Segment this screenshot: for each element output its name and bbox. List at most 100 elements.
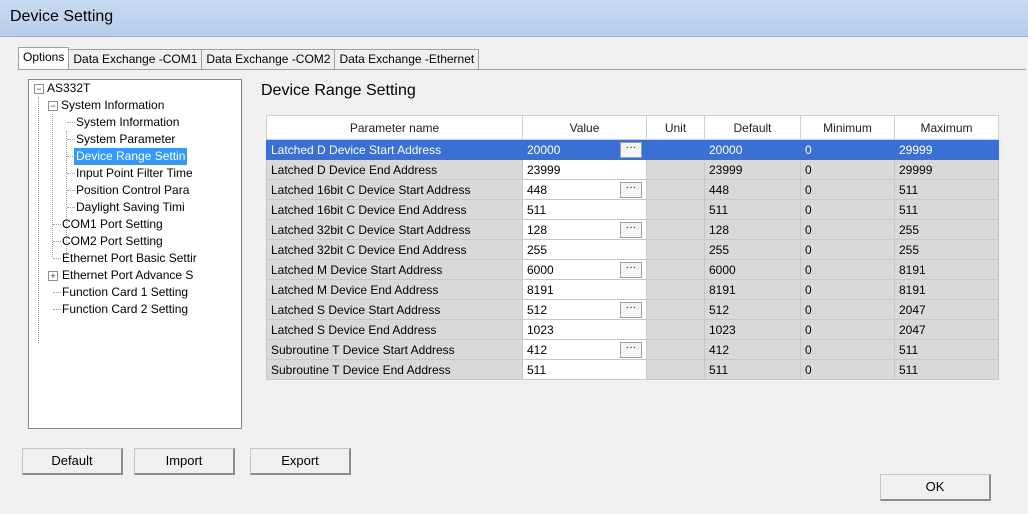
collapse-icon[interactable]: −	[48, 101, 58, 111]
cell-maximum: 511	[894, 339, 999, 360]
title-bar: Device Setting	[0, 0, 1028, 37]
expand-icon[interactable]: +	[48, 271, 58, 281]
tree-item-function-card-1-setting[interactable]: Function Card 1 Setting	[62, 284, 188, 301]
cell-minimum: 0	[800, 239, 895, 260]
cell-maximum: 29999	[894, 139, 999, 160]
cell-parameter-name-text: Latched 16bit C Device Start Address	[271, 182, 471, 197]
cell-value[interactable]: 20000 ···	[522, 139, 647, 160]
tree-item-ethernet-port-basic-setting[interactable]: Ethernet Port Basic Settir	[62, 250, 197, 267]
cell-unit	[646, 339, 705, 360]
tab-data-exchange-ethernet[interactable]: Data Exchange -Ethernet	[334, 49, 480, 69]
export-button[interactable]: Export	[250, 448, 351, 475]
import-button[interactable]: Import	[134, 448, 235, 475]
cell-maximum: 511	[894, 179, 999, 200]
cell-value[interactable]: 23999	[522, 159, 647, 180]
cell-default: 512	[704, 299, 801, 320]
table-row[interactable]: Latched S Device End Address 1023 1023 0 204…	[266, 319, 999, 340]
cell-default-text: 23999	[709, 162, 743, 177]
tree-root[interactable]: AS332T	[47, 80, 90, 97]
default-button[interactable]: Default	[22, 448, 123, 475]
tab-data-exchange-com1[interactable]: Data Exchange -COM1	[68, 49, 203, 69]
tree-connector	[53, 258, 61, 259]
tree-item-position-control-parameter[interactable]: Position Control Para	[76, 182, 189, 199]
collapse-icon[interactable]: −	[34, 84, 44, 94]
tab-options[interactable]: Options	[18, 47, 70, 69]
cell-maximum-text: 2047	[899, 322, 926, 337]
table-row[interactable]: Subroutine T Device End Address 511 511 0 51…	[266, 359, 999, 380]
tree-connector	[53, 309, 61, 310]
tree-item-device-range-setting[interactable]: Device Range Settin	[74, 148, 188, 165]
cell-parameter-name: Latched M Device Start Address	[266, 259, 523, 280]
column-header-maximum: Maximum	[894, 115, 999, 140]
cell-value[interactable]: 511	[522, 359, 647, 380]
column-header-parameter-name: Parameter name	[266, 115, 523, 140]
cell-default: 8191	[704, 279, 801, 300]
table-row[interactable]: Subroutine T Device Start Address 412 ··· 4…	[266, 339, 999, 360]
cell-value[interactable]: 255	[522, 239, 647, 260]
value-picker-button[interactable]: ···	[620, 302, 642, 318]
cell-value-text: 511	[527, 362, 547, 377]
cell-unit	[646, 199, 705, 220]
tree-item-system-information[interactable]: System Information	[76, 114, 179, 131]
tree-item-function-card-2-setting[interactable]: Function Card 2 Setting	[62, 301, 188, 318]
tree-connector	[52, 114, 53, 257]
cell-value[interactable]: 1023	[522, 319, 647, 340]
tree-connector	[67, 173, 75, 174]
tree-item-input-point-filter-time[interactable]: Input Point Filter Time	[76, 165, 193, 182]
cell-value[interactable]: 448 ···	[522, 179, 647, 200]
cell-value[interactable]: 511	[522, 199, 647, 220]
cell-minimum: 0	[800, 159, 895, 180]
value-picker-button[interactable]: ···	[620, 142, 642, 158]
cell-value-text: 23999	[527, 162, 561, 177]
cell-value-text: 6000	[527, 262, 554, 277]
cell-value[interactable]: 512 ···	[522, 299, 647, 320]
table-row[interactable]: Latched D Device Start Address 20000 ··· 20…	[266, 139, 999, 160]
cell-parameter-name-text: Latched M Device End Address	[271, 282, 439, 297]
cell-minimum-text: 0	[805, 302, 812, 317]
cell-maximum: 255	[894, 239, 999, 260]
cell-unit	[646, 179, 705, 200]
tree-item-system-parameter[interactable]: System Parameter	[76, 131, 175, 148]
cell-parameter-name-text: Latched 16bit C Device End Address	[271, 202, 467, 217]
settings-tree[interactable]: − AS332T − System Information System Inf…	[28, 79, 242, 429]
tree-item-daylight-saving-time[interactable]: Daylight Saving Timi	[76, 199, 185, 216]
table-row[interactable]: Latched 32bit C Device End Address 255 255…	[266, 239, 999, 260]
cell-minimum-text: 0	[805, 342, 812, 357]
column-header-unit: Unit	[646, 115, 705, 140]
cell-minimum-text: 0	[805, 162, 812, 177]
table-row[interactable]: Latched 32bit C Device Start Address 128 ·…	[266, 219, 999, 240]
cell-default-text: 128	[709, 222, 730, 237]
cell-minimum: 0	[800, 279, 895, 300]
table-row[interactable]: Latched M Device Start Address 6000 ··· 600…	[266, 259, 999, 280]
tab-data-exchange-com2[interactable]: Data Exchange -COM2	[201, 49, 336, 69]
tree-item-ethernet-port-advance-setting[interactable]: Ethernet Port Advance S	[62, 267, 193, 284]
cell-maximum-text: 511	[899, 342, 919, 357]
table-row[interactable]: Latched D Device End Address 23999 23999 0 2…	[266, 159, 999, 180]
tree-item-com2-port-setting[interactable]: COM2 Port Setting	[62, 233, 163, 250]
cell-parameter-name: Latched 16bit C Device End Address	[266, 199, 523, 220]
table-row[interactable]: Latched M Device End Address 8191 8191 0 819…	[266, 279, 999, 300]
value-picker-button[interactable]: ···	[620, 182, 642, 198]
cell-unit	[646, 299, 705, 320]
value-picker-button[interactable]: ···	[620, 222, 642, 238]
table-row[interactable]: Latched 16bit C Device End Address 511 511…	[266, 199, 999, 220]
cell-value[interactable]: 8191	[522, 279, 647, 300]
cell-maximum-text: 8191	[899, 282, 926, 297]
cell-value[interactable]: 128 ···	[522, 219, 647, 240]
cell-value[interactable]: 412 ···	[522, 339, 647, 360]
table-row[interactable]: Latched 16bit C Device Start Address 448 ·…	[266, 179, 999, 200]
value-picker-button[interactable]: ···	[620, 342, 642, 358]
tab-bar: Options Data Exchange -COM1 Data Exchang…	[18, 47, 480, 69]
ok-button[interactable]: OK	[880, 474, 991, 501]
cell-parameter-name: Latched D Device End Address	[266, 159, 523, 180]
cell-value[interactable]: 6000 ···	[522, 259, 647, 280]
tree-item-system-information-group[interactable]: System Information	[61, 97, 164, 114]
tree-item-com1-port-setting[interactable]: COM1 Port Setting	[62, 216, 163, 233]
tree-connector	[53, 241, 61, 242]
cell-maximum-text: 511	[899, 362, 919, 377]
cell-parameter-name-text: Latched 32bit C Device End Address	[271, 242, 467, 257]
table-row[interactable]: Latched S Device Start Address 512 ··· 512 0…	[266, 299, 999, 320]
value-picker-button[interactable]: ···	[620, 262, 642, 278]
cell-parameter-name: Subroutine T Device Start Address	[266, 339, 523, 360]
tree-connector	[53, 224, 61, 225]
